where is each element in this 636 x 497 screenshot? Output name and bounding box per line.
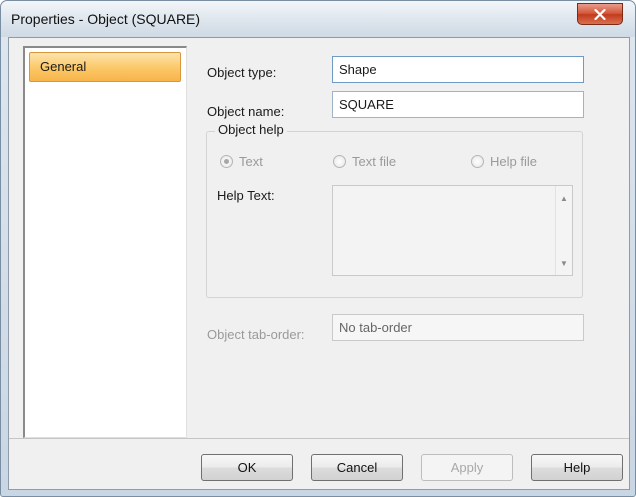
- radio-text-file[interactable]: Text file: [333, 154, 396, 169]
- close-button[interactable]: [577, 3, 623, 25]
- window-title: Properties - Object (SQUARE): [11, 11, 201, 27]
- scroll-up-icon[interactable]: ▲: [556, 190, 572, 206]
- close-x-icon: [594, 8, 606, 20]
- cancel-button[interactable]: Cancel: [311, 454, 403, 481]
- help-text-label: Help Text:: [217, 188, 275, 203]
- help-text-area[interactable]: ▲ ▼: [332, 185, 573, 276]
- radio-text-label: Text: [239, 154, 263, 169]
- scroll-down-icon[interactable]: ▼: [556, 255, 572, 271]
- general-panel: Object type: Object name: Object help Te…: [190, 46, 622, 438]
- radio-unchecked-icon: [333, 155, 346, 168]
- tab-order-field[interactable]: [332, 314, 584, 341]
- dialog-client-area: General Object type: Object name: Object…: [8, 37, 630, 490]
- tab-order-label: Object tab-order:: [207, 327, 305, 342]
- ok-button[interactable]: OK: [201, 454, 293, 481]
- radio-text[interactable]: Text: [220, 154, 263, 169]
- title-bar[interactable]: Properties - Object (SQUARE): [1, 1, 635, 37]
- help-button[interactable]: Help: [531, 454, 623, 481]
- category-list: General: [23, 46, 187, 438]
- properties-dialog: Properties - Object (SQUARE) General Obj…: [0, 0, 636, 497]
- radio-help-file[interactable]: Help file: [471, 154, 537, 169]
- help-text-scrollbar[interactable]: ▲ ▼: [555, 186, 572, 275]
- radio-text-file-label: Text file: [352, 154, 397, 169]
- radio-unchecked-icon: [471, 155, 484, 168]
- object-help-group-label: Object help: [215, 122, 287, 137]
- object-type-label: Object type:: [207, 65, 277, 80]
- apply-button[interactable]: Apply: [421, 454, 513, 481]
- object-name-label: Object name:: [207, 104, 285, 119]
- object-type-field[interactable]: [332, 56, 584, 83]
- button-bar: OK Cancel Apply Help: [9, 438, 629, 489]
- object-name-field[interactable]: [332, 91, 584, 118]
- sidebar-item-general[interactable]: General: [29, 52, 181, 82]
- radio-help-file-label: Help file: [490, 154, 537, 169]
- object-help-group: Object help Text Text file Help file Hel…: [206, 122, 583, 298]
- radio-checked-icon: [220, 155, 233, 168]
